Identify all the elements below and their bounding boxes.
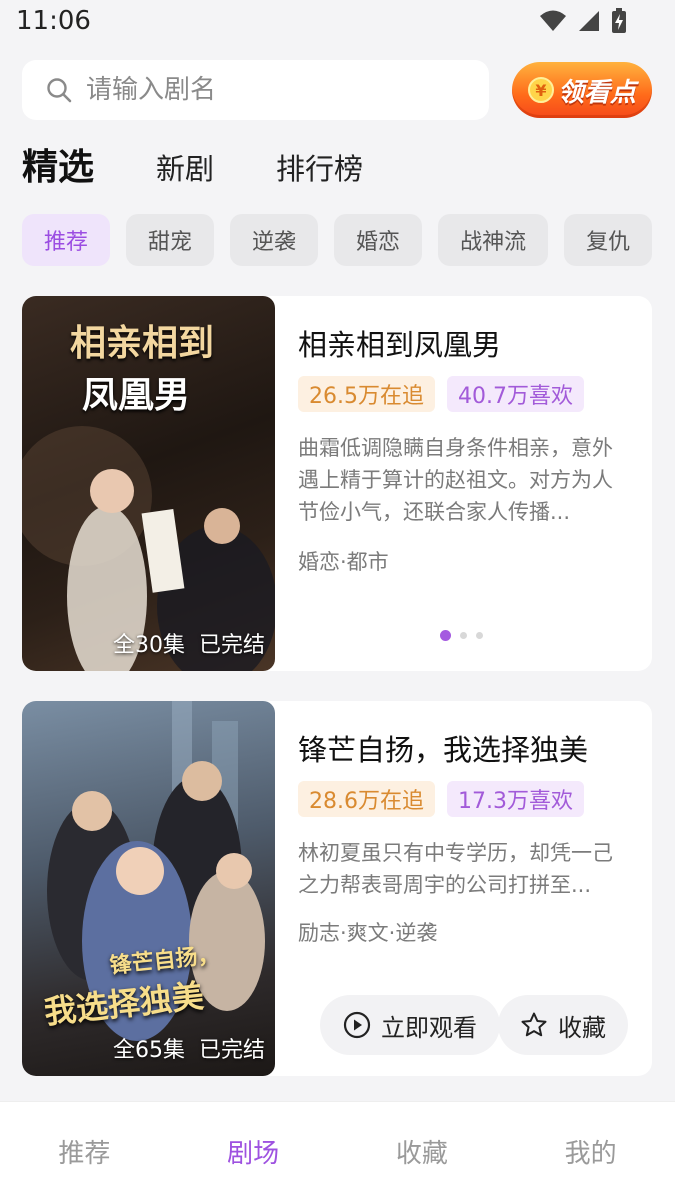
battery-charging-icon	[612, 8, 626, 33]
drama-synopsis: 曲霜低调隐瞒自身条件相亲，意外遇上精于算计的赵祖文。对方为人节俭小气，还联合家人…	[298, 436, 613, 524]
status-bar: 11:06	[0, 0, 675, 46]
tab-ranking[interactable]: 排行榜	[276, 146, 363, 188]
top-tabs: 精选 新剧 排行榜	[22, 138, 425, 190]
drama-synopsis: 林初夏虽只有中专学历，却凭一己之力帮表哥周宇的公司打拼至...	[298, 841, 613, 897]
drama-card[interactable]: 锋芒自扬， 我选择独美 全65集 已完结 锋芒自扬，我选择独美 28.6万在追 …	[22, 701, 652, 1076]
search-bar[interactable]	[22, 60, 489, 120]
wifi-icon	[540, 10, 566, 31]
favorite-label: 收藏	[558, 1013, 606, 1042]
category-chips: 推荐 甜宠 逆袭 婚恋 战神流 复仇	[22, 214, 653, 266]
drama-card[interactable]: 相亲相到 凤凰男 全30集 已完结 相亲相到凤凰男 26.5万在追 40.7万喜…	[22, 296, 652, 671]
likes-badge: 40.7万喜欢	[447, 376, 584, 412]
tab-featured[interactable]: 精选	[22, 138, 94, 190]
nav-theater[interactable]: 剧场	[169, 1102, 338, 1200]
tab-new[interactable]: 新剧	[156, 146, 214, 188]
carousel-dot[interactable]	[476, 632, 483, 639]
completion-status: 已完结	[198, 633, 265, 658]
drama-poster[interactable]: 相亲相到 凤凰男 全30集 已完结	[22, 296, 275, 671]
drama-genres: 励志·爽文·逆袭	[298, 921, 438, 945]
episode-info: 全65集 已完结	[113, 1032, 265, 1064]
drama-badges: 26.5万在追 40.7万喜欢	[298, 376, 584, 412]
episode-count: 全30集	[112, 633, 185, 658]
chip-recommend[interactable]: 推荐	[22, 214, 111, 266]
play-icon	[343, 1011, 371, 1039]
drama-genres: 婚恋·都市	[298, 550, 389, 574]
drama-badges: 28.6万在追 17.3万喜欢	[298, 781, 584, 817]
chip-war-god[interactable]: 战神流	[438, 214, 549, 266]
status-icons	[539, 8, 627, 34]
drama-info: 相亲相到凤凰男 26.5万在追 40.7万喜欢 曲霜低调隐瞒自身条件相亲，意外遇…	[298, 296, 638, 671]
signal-icon	[579, 11, 599, 31]
chip-sweet-romance[interactable]: 甜宠	[126, 214, 215, 266]
nav-favorites[interactable]: 收藏	[338, 1102, 507, 1200]
poster-title-line1: 相亲相到	[70, 322, 215, 364]
carousel-indicator	[440, 630, 483, 641]
episode-count: 全65集	[112, 1038, 185, 1063]
star-icon	[521, 1012, 547, 1037]
nav-recommend[interactable]: 推荐	[0, 1102, 169, 1200]
search-icon	[47, 78, 72, 103]
watch-now-label: 立即观看	[381, 1013, 477, 1042]
drama-title: 锋芒自扬，我选择独美	[298, 733, 589, 767]
carousel-dot[interactable]	[460, 632, 467, 639]
nav-profile[interactable]: 我的	[506, 1102, 675, 1200]
chip-comeback[interactable]: 逆袭	[230, 214, 319, 266]
chip-revenge[interactable]: 复仇	[564, 214, 653, 266]
reward-button[interactable]: ¥ 领看点	[512, 62, 652, 118]
coin-icon: ¥	[527, 77, 554, 103]
reward-label: 领看点	[557, 77, 636, 108]
search-input[interactable]	[86, 75, 466, 105]
chip-marriage[interactable]: 婚恋	[334, 214, 423, 266]
following-badge: 26.5万在追	[298, 376, 435, 412]
following-badge: 28.6万在追	[298, 781, 435, 817]
completion-status: 已完结	[198, 1038, 265, 1063]
episode-info: 全30集 已完结	[113, 627, 265, 659]
drama-poster[interactable]: 锋芒自扬， 我选择独美 全65集 已完结	[22, 701, 275, 1076]
watch-now-button[interactable]: 立即观看	[320, 995, 500, 1055]
status-time: 11:06	[16, 6, 91, 36]
bottom-nav: 推荐 剧场 收藏 我的	[0, 1101, 675, 1200]
drama-title: 相亲相到凤凰男	[298, 328, 502, 362]
poster-title-line2: 凤凰男	[82, 374, 191, 416]
favorite-button[interactable]: 收藏	[498, 995, 628, 1055]
likes-badge: 17.3万喜欢	[447, 781, 584, 817]
carousel-dot[interactable]	[440, 630, 451, 641]
